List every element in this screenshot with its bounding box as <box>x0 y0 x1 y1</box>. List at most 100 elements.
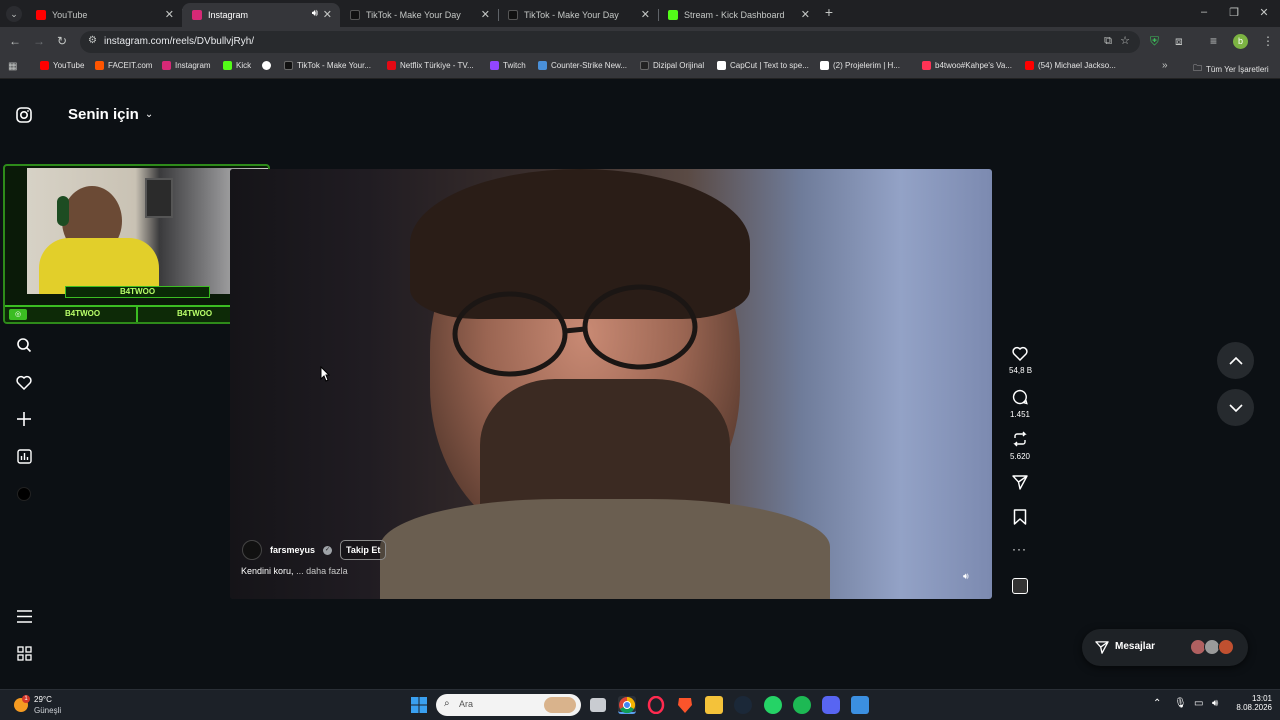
profile-avatar-icon[interactable] <box>14 484 34 504</box>
close-tab-icon[interactable]: ✕ <box>165 8 174 21</box>
opera-gx-icon[interactable] <box>647 695 665 715</box>
bookmark-counter-strike[interactable]: Counter-Strike New... <box>538 61 627 70</box>
like-action[interactable]: 54,8 B <box>1009 346 1032 375</box>
messages-button[interactable]: Mesajlar <box>1082 629 1248 666</box>
file-explorer-icon[interactable] <box>705 696 723 714</box>
close-window-button[interactable]: ✕ <box>1257 6 1271 19</box>
bookmark-projelerim[interactable]: (2) Projelerim | H... <box>820 61 900 70</box>
close-tab-icon[interactable]: ✕ <box>323 8 332 21</box>
previous-reel-button[interactable] <box>1217 342 1254 379</box>
all-bookmarks[interactable]: 🗀︎ Tüm Yer İşaretleri <box>1193 61 1269 77</box>
feed-selector[interactable]: Senin için ⌄ <box>68 106 153 123</box>
volume-icon[interactable]: 🔊︎ <box>1212 698 1218 709</box>
tab-kick-dashboard[interactable]: Stream - Kick Dashboard ✕ <box>658 3 818 27</box>
glasses-shape <box>452 284 698 377</box>
heart-icon[interactable] <box>14 372 34 392</box>
bookmark-youtube[interactable]: YouTube <box>40 61 84 70</box>
repost-action[interactable]: 5.620 <box>1009 431 1031 461</box>
bookmark-twitch[interactable]: Twitch <box>490 61 526 70</box>
next-reel-button[interactable] <box>1217 389 1254 426</box>
address-bar[interactable]: ⚙ instagram.com/reels/DVbullvjRyh/ ⧉ ☆ <box>80 31 1140 53</box>
reel-video-player[interactable]: farsmeyus ✓ Takip Et Kendini koru, ... d… <box>230 169 992 599</box>
search-icon[interactable] <box>14 335 34 355</box>
new-tab-button[interactable]: + <box>822 4 836 20</box>
youtube-icon <box>36 10 46 20</box>
bookmark-michael-jackson[interactable]: (54) Michael Jackso... <box>1025 61 1116 70</box>
bookmark-netflix[interactable]: Netflix Türkiye - TV... <box>387 61 474 70</box>
bookmark-faceit[interactable]: FACEIT.com <box>95 61 152 70</box>
brave-icon[interactable] <box>676 696 694 714</box>
bookmark-dizipal[interactable]: Dizipal Orijinal <box>640 61 704 70</box>
feed-title: Senin için <box>68 106 139 123</box>
forward-icon[interactable]: → <box>33 34 45 48</box>
comment-action[interactable]: 1.451 <box>1009 389 1031 419</box>
close-tab-icon[interactable]: ✕ <box>801 8 810 21</box>
weather-desc: Güneşli <box>34 706 62 715</box>
more-options-icon[interactable]: ··· <box>1012 542 1027 556</box>
chevron-down-icon <box>1228 403 1243 412</box>
whatsapp-icon[interactable] <box>764 696 782 714</box>
media-control-icon[interactable]: ≡ <box>1210 34 1217 48</box>
messages-label: Mesajlar <box>1115 641 1156 652</box>
site-info-icon[interactable]: ⚙ <box>88 35 97 46</box>
extensions-icon[interactable]: ⧈ <box>1175 34 1183 49</box>
close-tab-icon[interactable]: ✕ <box>641 8 650 21</box>
share-icon[interactable] <box>1012 475 1028 495</box>
also-from-meta-icon[interactable] <box>14 643 34 663</box>
clock[interactable]: 13:01 8.08.2026 <box>1228 694 1272 712</box>
tab-youtube[interactable]: YouTube ✕ <box>26 3 183 27</box>
profile-avatar[interactable]: b <box>1233 34 1248 49</box>
author-avatar[interactable] <box>242 540 262 560</box>
tab-instagram[interactable]: Instagram 🔊︎ ✕ <box>182 3 340 27</box>
repost-icon <box>1013 431 1027 447</box>
tab-title: TikTok - Make Your Day <box>524 10 619 20</box>
author-username[interactable]: farsmeyus <box>270 545 315 555</box>
minimize-button[interactable]: – <box>1197 6 1211 18</box>
apps-grid-icon[interactable]: ▦ <box>8 61 17 72</box>
install-app-icon[interactable]: ⧉ <box>1104 35 1112 48</box>
more-bookmarks-icon[interactable]: » <box>1162 60 1168 71</box>
tab-title: Instagram <box>208 10 249 20</box>
task-view-icon[interactable] <box>590 698 606 712</box>
clock-time: 13:01 <box>1251 694 1272 703</box>
menu-dots-icon[interactable]: ⋮ <box>1262 34 1274 48</box>
back-icon[interactable]: ← <box>9 34 21 48</box>
microphone-icon[interactable]: 🎙︎ <box>1174 698 1187 709</box>
instagram-icon <box>192 10 202 20</box>
instagram-logo-icon[interactable] <box>14 105 34 125</box>
taskbar-search-box[interactable]: ⌕ Ara <box>436 694 581 716</box>
steam-icon[interactable] <box>734 696 752 714</box>
dashboard-chart-icon[interactable] <box>14 446 34 466</box>
store-icon[interactable] <box>851 696 869 714</box>
bookmark-capcut[interactable]: CapCut | Text to spe... <box>717 61 809 70</box>
follow-button[interactable]: Takip Et <box>340 540 387 560</box>
bookmark-b4twoo[interactable]: b4twoo#Kahpe's Va... <box>922 61 1012 70</box>
bookmark-star-icon[interactable]: ☆ <box>1120 34 1130 47</box>
bookmark-kick[interactable]: Kick <box>223 61 251 70</box>
tab-tiktok-2[interactable]: TikTok - Make Your Day ✕ <box>498 3 659 27</box>
menu-hamburger-icon[interactable] <box>14 606 34 626</box>
chrome-taskbar-icon[interactable] <box>618 696 636 714</box>
reload-icon[interactable]: ↻ <box>57 34 67 48</box>
tab-tiktok-1[interactable]: TikTok - Make Your Day ✕ <box>340 3 499 27</box>
close-tab-icon[interactable]: ✕ <box>481 8 490 21</box>
volume-icon[interactable]: 🔊︎ <box>963 571 969 582</box>
audio-thumbnail[interactable] <box>1012 578 1028 594</box>
windows-start-icon[interactable] <box>410 696 428 714</box>
caption-more-link[interactable]: ... daha fazla <box>296 566 348 576</box>
restore-button[interactable]: ❐ <box>1227 6 1241 19</box>
tiktok-icon <box>350 10 360 20</box>
tab-search-button[interactable]: ⌄ <box>6 6 22 22</box>
save-bookmark-icon[interactable] <box>1013 509 1027 530</box>
spotify-icon[interactable] <box>793 696 811 714</box>
bookmark-google[interactable] <box>262 61 275 70</box>
speaker-icon[interactable]: 🔊︎ <box>312 8 318 19</box>
tray-overflow-icon[interactable]: ⌃ <box>1153 698 1161 709</box>
bookmark-tiktok[interactable]: TikTok - Make Your... <box>284 61 371 70</box>
shield-extension-icon[interactable]: ⛨ <box>1150 34 1159 49</box>
bookmark-instagram[interactable]: Instagram <box>162 61 211 70</box>
network-icon[interactable]: ▭ <box>1194 698 1203 709</box>
weather-widget[interactable]: 1 29°C Güneşli <box>12 695 72 717</box>
discord-icon[interactable] <box>822 696 840 714</box>
create-plus-icon[interactable] <box>14 409 34 429</box>
